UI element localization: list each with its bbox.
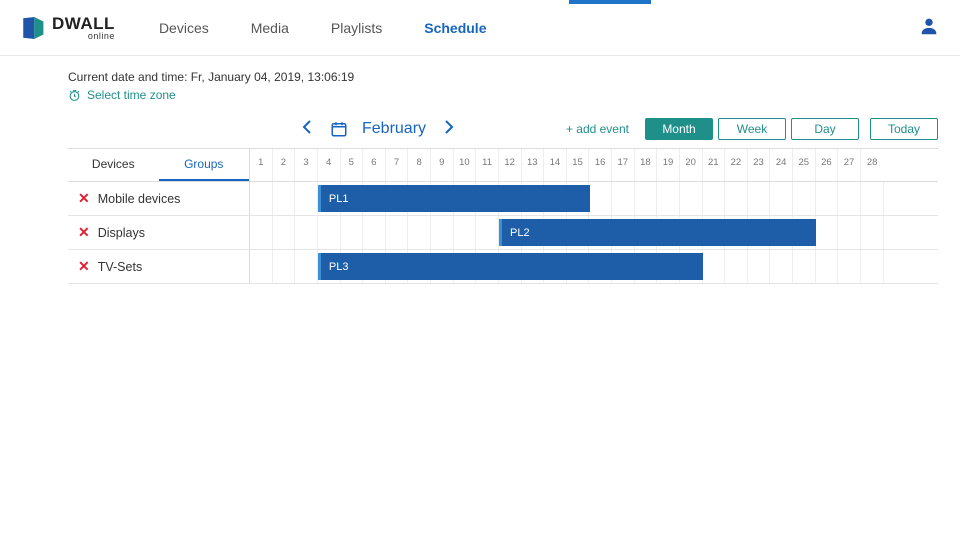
user-menu[interactable] (918, 15, 940, 40)
nav-playlists[interactable]: Playlists (327, 2, 386, 54)
view-buttons: Month Week Day Today (645, 118, 938, 140)
schedule-row: ✕ Mobile devices PL1 (68, 182, 938, 216)
view-week-button[interactable]: Week (718, 118, 786, 140)
day-header: 21 (703, 149, 726, 181)
month-nav: February (298, 120, 458, 138)
view-today-button[interactable]: Today (870, 118, 938, 140)
row-days: PL2 (250, 216, 938, 249)
row-name: Mobile devices (98, 192, 181, 206)
day-header: 27 (838, 149, 861, 181)
calendar-icon (330, 120, 348, 138)
tab-groups[interactable]: Groups (159, 149, 250, 181)
chevron-right-icon (444, 120, 454, 134)
day-header: 4 (318, 149, 341, 181)
next-month-button[interactable] (440, 120, 458, 138)
select-timezone-link[interactable]: Select time zone (68, 88, 938, 102)
row-name: TV-Sets (98, 260, 142, 274)
day-header: 25 (793, 149, 816, 181)
grid-header-row: Devices Groups 1234567891011121314151617… (68, 149, 938, 182)
day-header: 9 (431, 149, 454, 181)
day-header: 15 (567, 149, 590, 181)
day-header: 1 (250, 149, 273, 181)
nav-devices[interactable]: Devices (155, 2, 213, 54)
day-header: 13 (522, 149, 545, 181)
day-header: 17 (612, 149, 635, 181)
row-label: ✕ TV-Sets (68, 250, 250, 283)
row-label: ✕ Mobile devices (68, 182, 250, 215)
day-header: 19 (657, 149, 680, 181)
day-header: 3 (295, 149, 318, 181)
logo[interactable]: DWALL online (20, 14, 115, 41)
day-header: 16 (589, 149, 612, 181)
grid-rows: ✕ Mobile devices PL1 ✕ Displays PL2 ✕ TV-Sets PL… (68, 182, 938, 284)
chevron-left-icon (302, 120, 312, 134)
prev-month-button[interactable] (298, 120, 316, 138)
day-header: 23 (748, 149, 771, 181)
day-header: 5 (341, 149, 364, 181)
view-day-button[interactable]: Day (791, 118, 859, 140)
schedule-bar[interactable]: PL3 (318, 253, 703, 280)
day-header: 22 (725, 149, 748, 181)
row-days: PL1 (250, 182, 938, 215)
view-month-button[interactable]: Month (645, 118, 713, 140)
tab-devices[interactable]: Devices (68, 149, 159, 181)
day-header: 10 (454, 149, 477, 181)
day-header: 6 (363, 149, 386, 181)
schedule-row: ✕ TV-Sets PL3 (68, 250, 938, 284)
datetime-text: Current date and time: Fr, January 04, 2… (68, 70, 938, 84)
day-header: 26 (816, 149, 839, 181)
day-header: 7 (386, 149, 409, 181)
schedule-toolbar: February + add event Month Week Day Toda… (68, 118, 938, 140)
content: Current date and time: Fr, January 04, 2… (0, 56, 960, 284)
day-header: 2 (273, 149, 296, 181)
logo-icon (20, 15, 46, 41)
month-label[interactable]: February (362, 120, 426, 138)
remove-row-button[interactable]: ✕ (78, 190, 90, 207)
remove-row-button[interactable]: ✕ (78, 224, 90, 241)
clock-icon (68, 89, 81, 102)
schedule-bar[interactable]: PL1 (318, 185, 590, 212)
row-days: PL3 (250, 250, 938, 283)
day-header: 20 (680, 149, 703, 181)
schedule-bar[interactable]: PL2 (499, 219, 816, 246)
day-header: 14 (544, 149, 567, 181)
add-event-button[interactable]: + add event (566, 122, 629, 136)
active-tab-indicator (569, 0, 651, 4)
day-header: 24 (770, 149, 793, 181)
schedule-row: ✕ Displays PL2 (68, 216, 938, 250)
user-icon (918, 15, 940, 37)
row-name: Displays (98, 226, 145, 240)
day-headers: 1234567891011121314151617181920212223242… (250, 149, 938, 181)
nav-schedule[interactable]: Schedule (420, 2, 490, 54)
day-header: 12 (499, 149, 522, 181)
day-header: 11 (476, 149, 499, 181)
category-tabs: Devices Groups (68, 149, 250, 181)
nav-media[interactable]: Media (247, 2, 293, 54)
day-header: 8 (408, 149, 431, 181)
schedule-grid: Devices Groups 1234567891011121314151617… (68, 148, 938, 284)
main-nav: Devices Media Playlists Schedule (155, 2, 491, 54)
row-label: ✕ Displays (68, 216, 250, 249)
day-header: 28 (861, 149, 884, 181)
day-header: 18 (635, 149, 658, 181)
timezone-label: Select time zone (87, 88, 176, 102)
remove-row-button[interactable]: ✕ (78, 258, 90, 275)
topbar: DWALL online Devices Media Playlists Schedu… (0, 0, 960, 56)
